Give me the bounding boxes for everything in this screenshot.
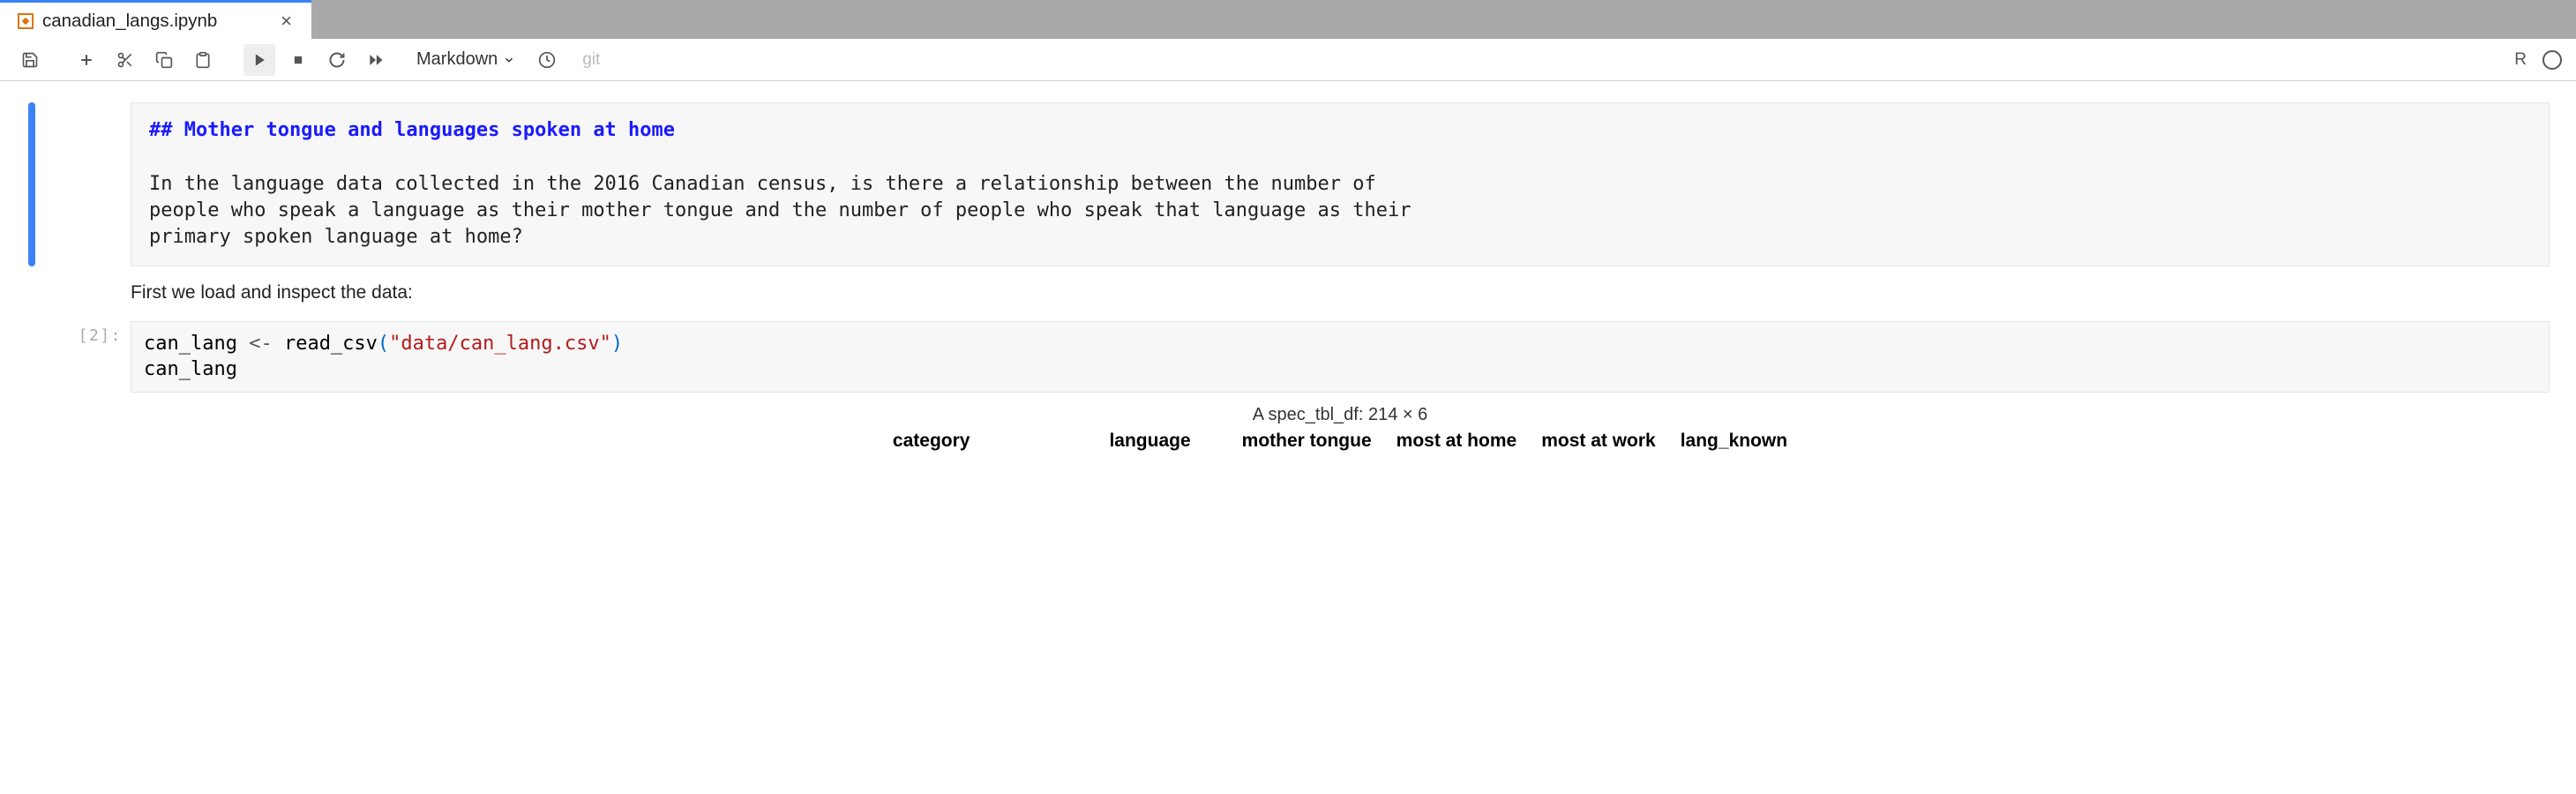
tab-title: canadian_langs.ipynb — [42, 11, 265, 32]
cell-gutter — [0, 275, 131, 312]
notebook-tab[interactable]: canadian_langs.ipynb × — [0, 3, 311, 39]
cell-type-select[interactable]: Markdown — [416, 49, 515, 70]
markdown-cell[interactable]: ## Mother tongue and languages spoken at… — [0, 102, 2576, 266]
code-cell[interactable]: [2]: can_lang <- read_csv("data/can_lang… — [0, 321, 2576, 452]
notebook-icon — [18, 13, 34, 29]
col-header: mother tongue — [1242, 431, 1372, 452]
jupyter-window: canadian_langs.ipynb × — [0, 0, 2576, 482]
cell-gutter: [2]: — [0, 321, 131, 452]
table-description: A spec_tbl_df: 214 × 6 — [131, 405, 2550, 425]
add-cell-button[interactable] — [71, 44, 102, 76]
rendered-text: First we load and inspect the data: — [131, 275, 2550, 312]
git-label[interactable]: git — [582, 50, 600, 70]
cell-output: A spec_tbl_df: 214 × 6 category language… — [131, 393, 2550, 452]
save-button[interactable] — [14, 44, 46, 76]
table-header-row: category language mother tongue most at … — [131, 431, 2550, 452]
md-body-line: people who speak a language as their mot… — [149, 198, 2531, 224]
md-heading: ## Mother tongue and languages spoken at… — [149, 117, 2531, 144]
col-header: category — [893, 431, 1085, 452]
col-header: language — [1109, 431, 1217, 452]
close-icon[interactable]: × — [273, 8, 299, 34]
col-header: most at work — [1541, 431, 1656, 452]
cell-type-label: Markdown — [416, 49, 498, 70]
toolbar: Markdown git R — [0, 39, 2576, 81]
paste-button[interactable] — [187, 44, 219, 76]
cut-button[interactable] — [109, 44, 141, 76]
markdown-editor[interactable]: ## Mother tongue and languages spoken at… — [131, 102, 2550, 266]
chevron-down-icon — [503, 54, 515, 66]
kernel-status-icon[interactable] — [2542, 50, 2562, 70]
rendered-markdown-cell[interactable]: First we load and inspect the data: — [0, 275, 2576, 312]
col-header: lang_known — [1681, 431, 1787, 452]
execution-prompt: [2]: — [79, 326, 122, 345]
run-all-button[interactable] — [360, 44, 392, 76]
col-header: most at home — [1397, 431, 1517, 452]
copy-button[interactable] — [148, 44, 180, 76]
restart-button[interactable] — [321, 44, 353, 76]
md-body-line: In the language data collected in the 20… — [149, 171, 2531, 198]
run-button[interactable] — [243, 44, 275, 76]
notebook-area: ## Mother tongue and languages spoken at… — [0, 81, 2576, 482]
selection-indicator — [28, 102, 35, 266]
tab-strip: canadian_langs.ipynb × — [0, 0, 2576, 39]
code-editor[interactable]: can_lang <- read_csv("data/can_lang.csv"… — [131, 321, 2550, 393]
stop-button[interactable] — [282, 44, 314, 76]
kernel-name[interactable]: R — [2514, 50, 2527, 70]
checkpoint-button[interactable] — [531, 44, 563, 76]
md-body-line: primary spoken language at home? — [149, 224, 2531, 251]
cell-gutter — [0, 102, 131, 266]
